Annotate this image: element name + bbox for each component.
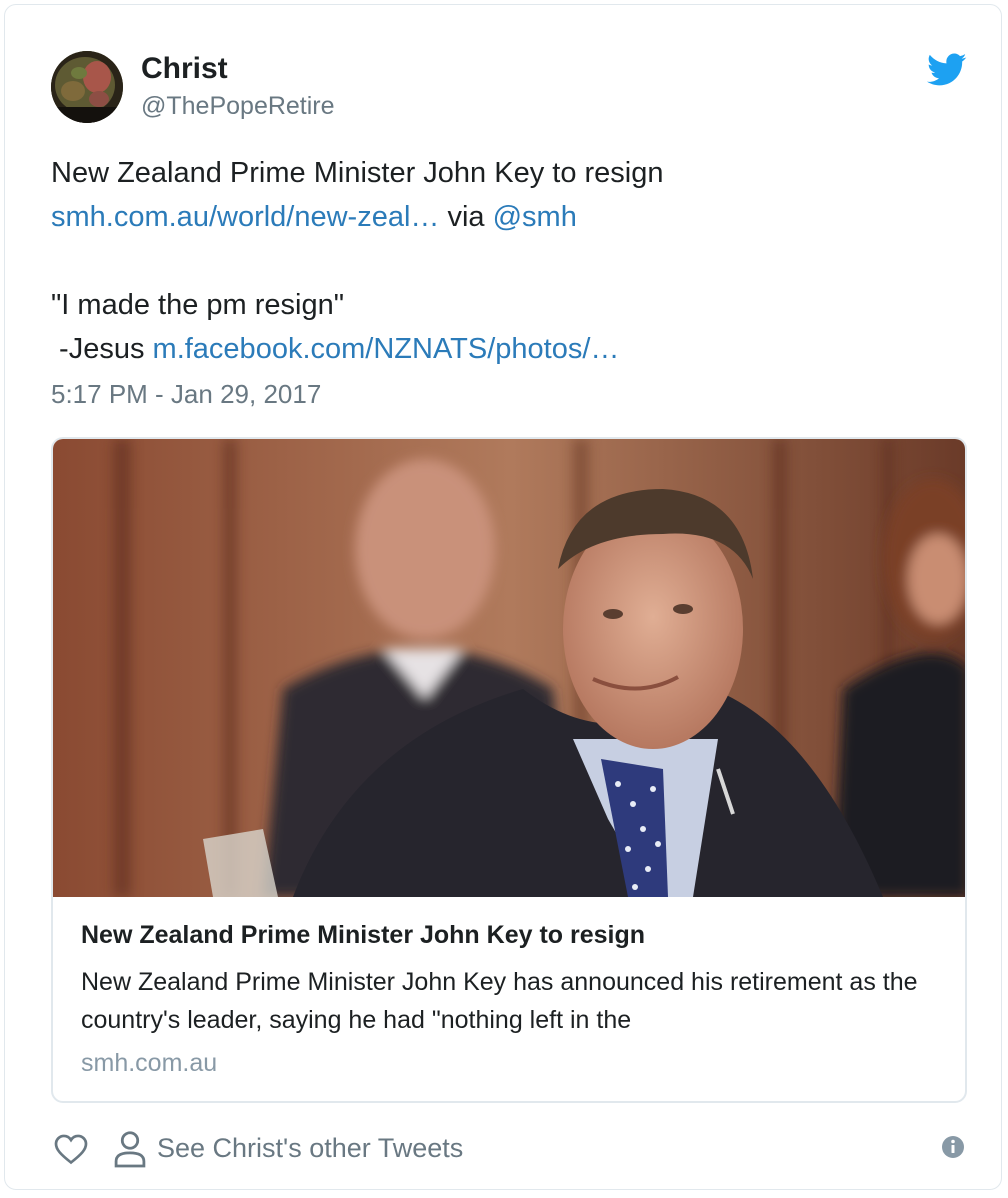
tweet-line-2: smh.com.au/world/new-zeal… via @smh bbox=[51, 195, 961, 239]
author-name[interactable]: Christ bbox=[141, 52, 228, 86]
tweet-text: New Zealand Prime Minister John Key to r… bbox=[51, 151, 961, 371]
article-photo bbox=[53, 439, 965, 897]
avatar[interactable] bbox=[51, 51, 123, 123]
tweet-line-5: -Jesus m.facebook.com/NZNATS/photos/… bbox=[51, 327, 961, 371]
attribution-text: -Jesus bbox=[51, 333, 153, 365]
see-other-tweets-link[interactable]: See Christ's other Tweets bbox=[157, 1133, 463, 1164]
avatar-image bbox=[51, 51, 123, 123]
info-icon[interactable] bbox=[941, 1135, 965, 1159]
tweet-line-1: New Zealand Prime Minister John Key to r… bbox=[51, 157, 664, 189]
tweet-card: Christ @ThePopeRetire New Zealand Prime … bbox=[4, 4, 1002, 1190]
via-text: via bbox=[439, 201, 493, 233]
preview-description: New Zealand Prime Minister John Key has … bbox=[81, 968, 918, 1034]
twitter-bird-icon[interactable] bbox=[927, 53, 967, 87]
tweet-timestamp[interactable]: 5:17 PM - Jan 29, 2017 bbox=[51, 379, 321, 410]
preview-title[interactable]: New Zealand Prime Minister John Key to r… bbox=[81, 921, 645, 950]
heart-icon[interactable] bbox=[53, 1131, 89, 1167]
mention-link[interactable]: @smh bbox=[493, 201, 577, 233]
author-handle[interactable]: @ThePopeRetire bbox=[141, 92, 335, 121]
article-link[interactable]: smh.com.au/world/new-zeal… bbox=[51, 201, 439, 233]
tweet-quote: "I made the pm resign" bbox=[51, 289, 345, 321]
preview-domain: smh.com.au bbox=[81, 1049, 218, 1077]
facebook-link[interactable]: m.facebook.com/NZNATS/photos/… bbox=[153, 333, 620, 365]
link-preview-card[interactable]: New Zealand Prime Minister John Key to r… bbox=[51, 437, 967, 1103]
person-icon[interactable] bbox=[113, 1130, 147, 1168]
